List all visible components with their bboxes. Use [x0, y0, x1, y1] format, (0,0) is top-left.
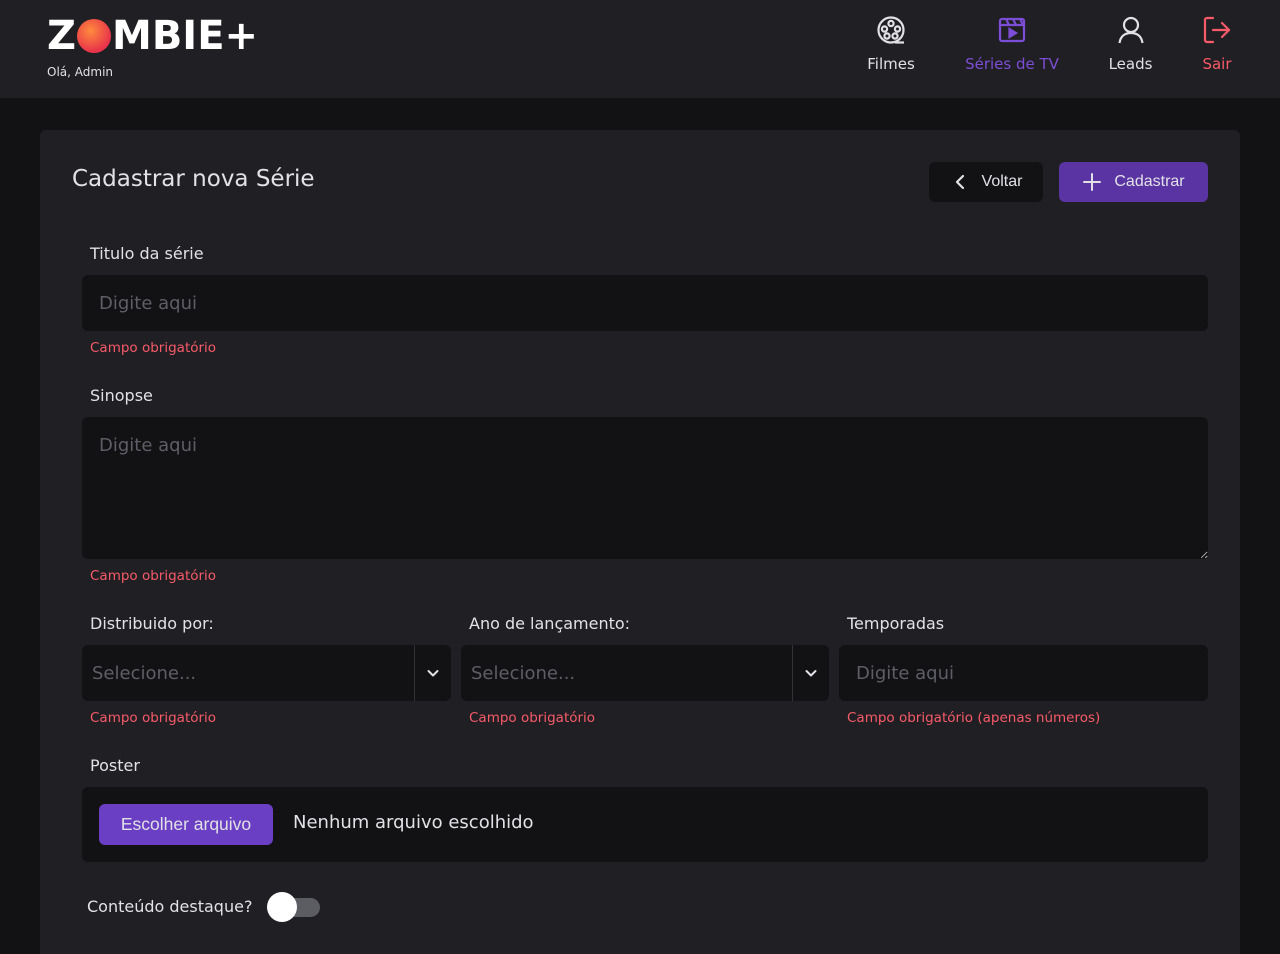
nav-item-filmes[interactable]: Filmes	[866, 14, 916, 73]
year-select[interactable]: Selecione...	[461, 645, 829, 701]
synopsis-error: Campo obrigatório	[90, 568, 217, 584]
choose-file-button[interactable]: Escolher arquivo	[99, 804, 273, 845]
submit-button[interactable]: Cadastrar	[1059, 162, 1208, 202]
seasons-label: Temporadas	[847, 614, 945, 633]
distributor-select[interactable]: Selecione...	[82, 645, 451, 701]
featured-label: Conteúdo destaque?	[87, 897, 253, 916]
year-dropdown-toggle[interactable]	[793, 645, 829, 701]
title-error: Campo obrigatório	[90, 340, 217, 356]
back-button[interactable]: Voltar	[929, 162, 1043, 202]
nav-item-series[interactable]: Séries de TV	[964, 14, 1060, 73]
plus-icon	[1083, 173, 1102, 191]
seasons-error: Campo obrigatório (apenas números)	[847, 710, 1101, 726]
file-status-text: Nenhum arquivo escolhido	[293, 812, 534, 833]
nav-label-leads: Leads	[1108, 55, 1153, 73]
toggle-knob	[267, 892, 297, 922]
year-error: Campo obrigatório	[469, 710, 596, 726]
logo-text-start: Z	[47, 13, 77, 59]
page-title: Cadastrar nova Série	[72, 166, 315, 192]
logo-text-end: MBIE+	[112, 13, 259, 59]
seasons-input[interactable]	[839, 645, 1208, 701]
year-label: Ano de lançamento:	[469, 614, 631, 633]
submit-button-label: Cadastrar	[1114, 173, 1185, 190]
synopsis-textarea[interactable]	[82, 417, 1208, 559]
distributor-select-value: Selecione...	[92, 662, 197, 684]
nav-item-logout[interactable]: Sair	[1201, 14, 1233, 73]
chevron-left-icon	[955, 174, 964, 190]
app-logo[interactable]: Z MBIE+	[47, 13, 259, 59]
title-input[interactable]	[82, 275, 1208, 331]
app-header: Z MBIE+ Olá, Admin Filmes Séries de TV L…	[0, 0, 1280, 98]
clapperboard-icon	[998, 17, 1026, 43]
back-button-label: Voltar	[981, 173, 1023, 190]
nav-label-series: Séries de TV	[965, 55, 1059, 73]
distributor-dropdown-toggle[interactable]	[415, 645, 451, 701]
distributor-error: Campo obrigatório	[90, 710, 217, 726]
nav-item-leads[interactable]: Leads	[1108, 14, 1153, 73]
chevron-down-icon	[427, 670, 439, 677]
featured-toggle[interactable]	[267, 892, 321, 922]
nav-label-filmes: Filmes	[867, 55, 915, 73]
zombie-face-icon	[77, 19, 112, 53]
nav-label-logout: Sair	[1202, 55, 1232, 73]
user-greeting: Olá, Admin	[47, 65, 114, 79]
title-label: Titulo da série	[90, 244, 204, 263]
distributor-label: Distribuido por:	[90, 614, 214, 633]
film-reel-icon	[877, 16, 905, 44]
user-icon	[1117, 16, 1144, 44]
chevron-down-icon	[805, 670, 817, 677]
poster-label: Poster	[90, 756, 140, 775]
logout-icon	[1203, 16, 1231, 44]
synopsis-label: Sinopse	[90, 386, 153, 405]
year-select-value: Selecione...	[471, 662, 576, 684]
